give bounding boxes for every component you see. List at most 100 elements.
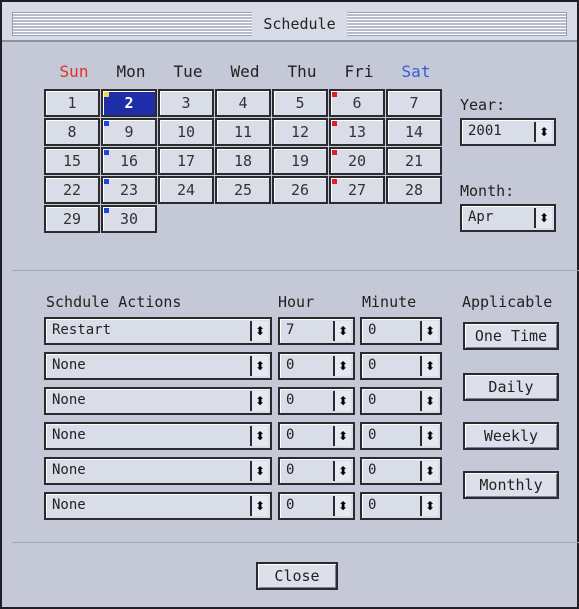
month-spinner[interactable]: Apr ⬍ (460, 204, 556, 232)
action-select-value: None (52, 497, 86, 513)
applicable-monthly-button[interactable]: Monthly (463, 471, 559, 499)
minute-select-value: 0 (368, 462, 377, 478)
up-down-arrows-icon[interactable]: ⬍ (420, 461, 438, 481)
minute-select-value: 0 (368, 497, 377, 513)
calendar-day[interactable]: 17 (158, 147, 214, 175)
day-number: 9 (124, 123, 134, 141)
calendar-day[interactable]: 28 (386, 176, 442, 204)
up-down-arrows-icon[interactable]: ⬍ (420, 356, 438, 376)
minute-select[interactable]: 0 ⬍ (360, 492, 442, 520)
calendar-day[interactable]: 6 (329, 89, 385, 117)
action-select-value: None (52, 357, 86, 373)
up-down-arrows-icon[interactable]: ⬍ (534, 122, 552, 142)
hour-select[interactable]: 0 ⬍ (278, 387, 355, 415)
hour-select[interactable]: 0 ⬍ (278, 352, 355, 380)
calendar-day[interactable]: 9 (101, 118, 157, 146)
calendar-day[interactable]: 4 (215, 89, 271, 117)
schedule-marker-icon (104, 208, 109, 213)
calendar-day[interactable]: 21 (386, 147, 442, 175)
minute-select[interactable]: 0 ⬍ (360, 457, 442, 485)
minute-select[interactable]: 0 ⬍ (360, 352, 442, 380)
close-button[interactable]: Close (256, 562, 338, 590)
up-down-arrows-icon[interactable]: ⬍ (250, 426, 268, 446)
calendar-day[interactable]: 11 (215, 118, 271, 146)
hour-select-value: 0 (286, 462, 295, 478)
calendar-day[interactable]: 25 (215, 176, 271, 204)
minute-select[interactable]: 0 ⬍ (360, 317, 442, 345)
calendar-day[interactable]: 16 (101, 147, 157, 175)
calendar-day[interactable]: 3 (158, 89, 214, 117)
calendar-day[interactable]: 12 (272, 118, 328, 146)
action-select[interactable]: None ⬍ (44, 387, 272, 415)
up-down-arrows-icon[interactable]: ⬍ (250, 496, 268, 516)
calendar-day[interactable]: 2 (101, 89, 157, 117)
minute-select[interactable]: 0 ⬍ (360, 387, 442, 415)
action-select-value: None (52, 462, 86, 478)
applicable-weekly-button[interactable]: Weekly (463, 422, 559, 450)
hour-select[interactable]: 7 ⬍ (278, 317, 355, 345)
up-down-arrows-icon[interactable]: ⬍ (420, 391, 438, 411)
minute-select-value: 0 (368, 392, 377, 408)
hour-select[interactable]: 0 ⬍ (278, 457, 355, 485)
calendar-day[interactable]: 14 (386, 118, 442, 146)
calendar-day[interactable]: 1 (44, 89, 100, 117)
day-number: 5 (295, 94, 305, 112)
calendar-day[interactable]: 22 (44, 176, 100, 204)
up-down-arrows-icon[interactable]: ⬍ (250, 356, 268, 376)
up-down-arrows-icon[interactable]: ⬍ (250, 321, 268, 341)
day-number: 17 (176, 152, 196, 170)
day-number: 3 (181, 94, 191, 112)
applicable-daily-button[interactable]: Daily (463, 373, 559, 401)
year-label: Year: (460, 96, 506, 114)
calendar-day[interactable]: 7 (386, 89, 442, 117)
schedule-marker-icon (332, 150, 337, 155)
calendar-day[interactable]: 15 (44, 147, 100, 175)
action-select[interactable]: None ⬍ (44, 457, 272, 485)
hour-select[interactable]: 0 ⬍ (278, 422, 355, 450)
day-number: 25 (233, 181, 253, 199)
calendar-day[interactable]: 24 (158, 176, 214, 204)
year-spinner[interactable]: 2001 ⬍ (460, 118, 556, 146)
day-number: 8 (67, 123, 77, 141)
action-select[interactable]: None ⬍ (44, 492, 272, 520)
calendar-day[interactable]: 18 (215, 147, 271, 175)
calendar-day[interactable]: 10 (158, 118, 214, 146)
applicable-one-time-button[interactable]: One Time (463, 322, 559, 350)
calendar-day[interactable]: 8 (44, 118, 100, 146)
weekday-thu: Thu (287, 62, 317, 81)
action-select[interactable]: None ⬍ (44, 422, 272, 450)
minute-select[interactable]: 0 ⬍ (360, 422, 442, 450)
action-select[interactable]: None ⬍ (44, 352, 272, 380)
up-down-arrows-icon[interactable]: ⬍ (250, 391, 268, 411)
up-down-arrows-icon[interactable]: ⬍ (333, 321, 351, 341)
window-title: Schedule (252, 12, 347, 36)
hour-select-value: 0 (286, 427, 295, 443)
header-minute: Minute (362, 293, 417, 311)
up-down-arrows-icon[interactable]: ⬍ (333, 426, 351, 446)
up-down-arrows-icon[interactable]: ⬍ (420, 321, 438, 341)
calendar-day[interactable]: 29 (44, 205, 100, 233)
calendar-day[interactable]: 20 (329, 147, 385, 175)
hour-select-value: 0 (286, 357, 295, 373)
up-down-arrows-icon[interactable]: ⬍ (333, 461, 351, 481)
schedule-window: Schedule Sun Mon Tue Wed Thu Fri Sat 123456789… (0, 0, 579, 609)
up-down-arrows-icon[interactable]: ⬍ (333, 496, 351, 516)
up-down-arrows-icon[interactable]: ⬍ (333, 356, 351, 376)
up-down-arrows-icon[interactable]: ⬍ (534, 208, 552, 228)
minute-select-value: 0 (368, 357, 377, 373)
month-value: Apr (468, 209, 494, 225)
action-select[interactable]: Restart ⬍ (44, 317, 272, 345)
calendar-day[interactable]: 27 (329, 176, 385, 204)
up-down-arrows-icon[interactable]: ⬍ (420, 426, 438, 446)
calendar-day[interactable]: 23 (101, 176, 157, 204)
title-bar[interactable]: Schedule (2, 2, 577, 42)
calendar-day[interactable]: 13 (329, 118, 385, 146)
up-down-arrows-icon[interactable]: ⬍ (250, 461, 268, 481)
calendar-day[interactable]: 26 (272, 176, 328, 204)
hour-select[interactable]: 0 ⬍ (278, 492, 355, 520)
calendar-day[interactable]: 30 (101, 205, 157, 233)
up-down-arrows-icon[interactable]: ⬍ (333, 391, 351, 411)
calendar-day[interactable]: 5 (272, 89, 328, 117)
up-down-arrows-icon[interactable]: ⬍ (420, 496, 438, 516)
calendar-day[interactable]: 19 (272, 147, 328, 175)
